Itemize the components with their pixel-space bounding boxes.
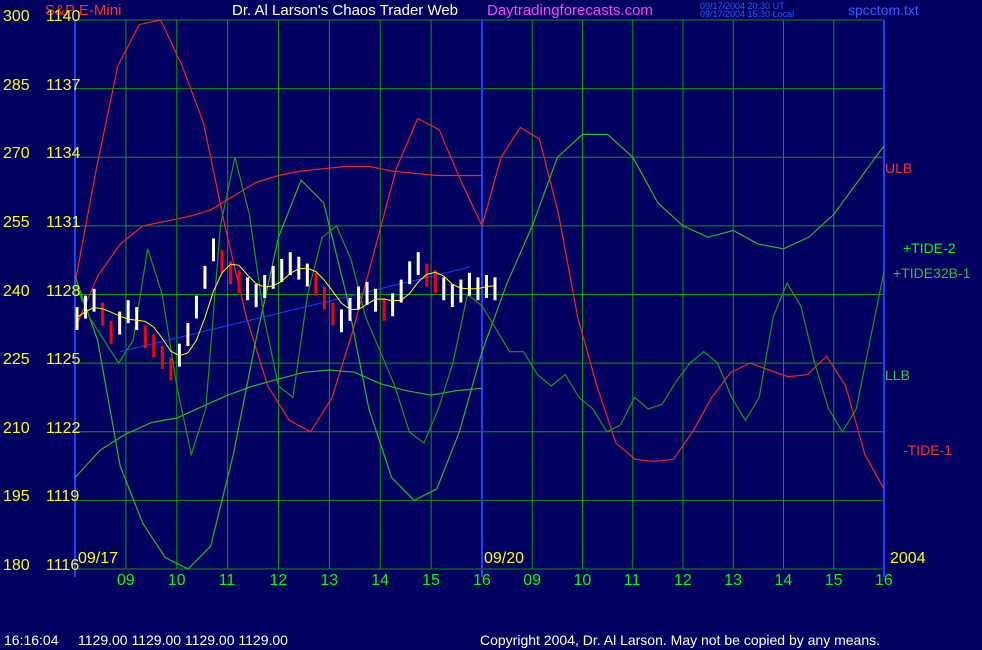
- y-tick-left: 225: [3, 351, 30, 369]
- footer-time: 16:16:04: [4, 632, 59, 648]
- y-tick-price: 1122: [46, 419, 81, 437]
- footer-copyright: Copyright 2004, Dr. Al Larson. May not b…: [480, 632, 881, 648]
- y-tick-price: 1131: [46, 213, 81, 231]
- x-tick-hour: 11: [623, 572, 641, 589]
- x-tick-hour: 12: [269, 572, 288, 589]
- y-tick-price: 1128: [46, 282, 81, 300]
- price-average: [76, 263, 496, 357]
- x-tick-hour: 14: [774, 572, 793, 589]
- x-tick-hour: 14: [371, 572, 390, 589]
- label-tide1: -TIDE-1: [903, 442, 952, 458]
- y-tick-price: 1119: [46, 488, 80, 506]
- x-tick-hour: 16: [473, 572, 491, 589]
- site-title: Dr. Al Larson's Chaos Trader Web: [232, 2, 459, 19]
- x-tick-hour: 13: [724, 572, 743, 589]
- y-tick-left: 195: [3, 488, 30, 506]
- site-url[interactable]: Daytradingforecasts.com: [487, 2, 653, 19]
- y-tick-left: 240: [3, 282, 30, 300]
- y-tick-left: 180: [3, 557, 30, 574]
- x-tick-hour: 09: [523, 572, 542, 589]
- label-tide2: +TIDE-2: [903, 240, 956, 256]
- y-tick-left: 255: [3, 213, 30, 231]
- y-tick-price: 1116: [46, 557, 80, 574]
- x-tick-hour: 15: [422, 572, 440, 589]
- date-label-0917: 09/17: [78, 550, 119, 567]
- x-tick-hour: 10: [573, 572, 592, 589]
- label-ulb: ULB: [885, 160, 913, 176]
- x-tick-hour: 09: [116, 572, 135, 589]
- y-tick-left: 210: [3, 419, 30, 437]
- y-tick-price: 1134: [46, 145, 81, 163]
- x-tick-hour: 16: [875, 572, 893, 589]
- label-tide32b: +TIDE32B-1: [893, 265, 971, 281]
- y-tick-left: 285: [3, 76, 30, 94]
- x-tick-hour: 13: [320, 572, 339, 589]
- y-tick-price: 1137: [46, 76, 81, 94]
- x-tick-hour: 15: [824, 572, 843, 589]
- x-tick-hour: 10: [167, 572, 186, 589]
- label-llb: LLB: [885, 367, 910, 383]
- y-tick-left: 300: [3, 8, 30, 25]
- date-label-year: 2004: [890, 550, 926, 567]
- footer-ohlc: 1129.00 1129.00 1129.00 1129.00: [78, 632, 288, 648]
- timestamp-local: 09/17/2004 15:30 Local: [700, 9, 795, 19]
- y-tick-left: 270: [3, 145, 30, 163]
- x-tick-hour: 11: [218, 572, 236, 589]
- trend-line: [119, 266, 471, 353]
- y-tick-price: 1140: [46, 8, 81, 25]
- y-tick-price: 1125: [46, 351, 81, 369]
- file-name: spcctom.txt: [848, 2, 919, 18]
- date-label-0920: 09/20: [484, 550, 525, 567]
- x-tick-hour: 12: [674, 572, 692, 589]
